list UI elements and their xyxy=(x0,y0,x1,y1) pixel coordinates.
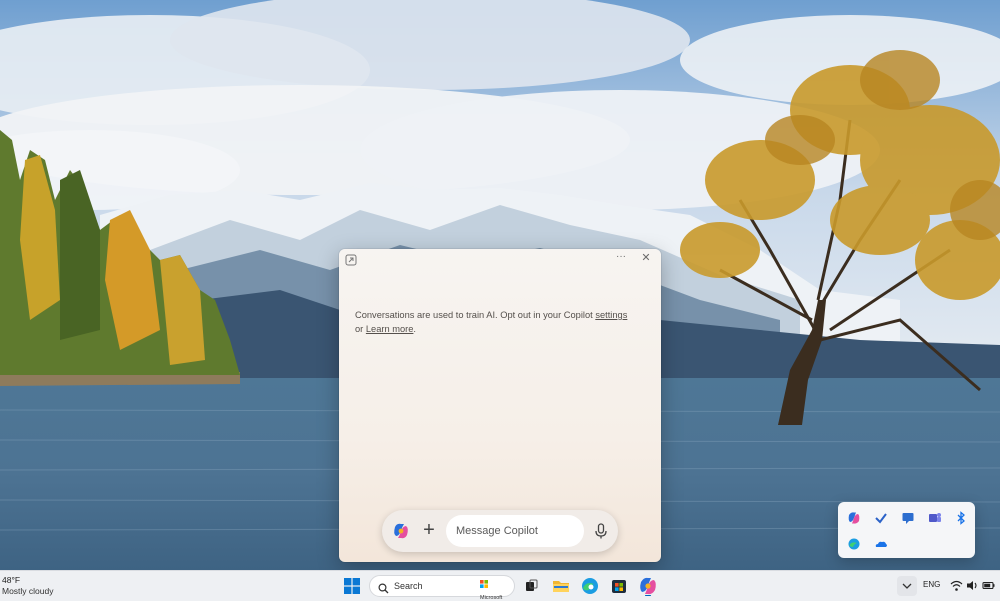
more-options-icon[interactable]: ··· xyxy=(613,251,629,265)
add-attachment-button[interactable]: + xyxy=(418,519,440,541)
battery-icon[interactable] xyxy=(982,579,995,592)
copilot-app-icon[interactable] xyxy=(638,576,658,597)
task-view-icon[interactable] xyxy=(521,576,541,596)
message-input[interactable] xyxy=(446,515,584,547)
microphone-icon[interactable] xyxy=(592,522,610,540)
input-language[interactable]: ENG xyxy=(923,580,940,589)
bluetooth-icon[interactable] xyxy=(954,511,968,525)
teams-icon[interactable] xyxy=(928,511,942,525)
notice-text: Conversations are used to train AI. Opt … xyxy=(355,310,593,320)
notice-period: . xyxy=(413,323,417,334)
search-highlight: Microsoft xyxy=(480,580,510,601)
search-icon xyxy=(378,581,389,594)
search-highlight-text: Microsoft xyxy=(480,595,503,601)
volume-icon[interactable] xyxy=(966,579,979,592)
expand-window-icon[interactable] xyxy=(345,253,357,266)
file-explorer-icon[interactable] xyxy=(551,576,571,596)
taskbar: 48°F Mostly cloudy Search Microsoft ENG xyxy=(0,570,1000,601)
onedrive-icon[interactable] xyxy=(874,537,888,551)
edge-icon[interactable] xyxy=(847,537,861,551)
wifi-icon[interactable] xyxy=(950,579,963,592)
tray-overflow-flyout xyxy=(838,502,975,558)
weather-condition: Mostly cloudy xyxy=(2,586,54,596)
copilot-window: ··· ✕ Conversations are used to train AI… xyxy=(339,249,661,562)
show-hidden-icons-button[interactable] xyxy=(897,576,917,596)
copilot-logo-icon[interactable] xyxy=(392,522,410,540)
checkmark-app-icon[interactable] xyxy=(874,511,888,525)
training-notice: Conversations are used to train AI. Opt … xyxy=(355,309,647,336)
copilot-titlebar[interactable]: ··· ✕ xyxy=(339,249,661,269)
edge-browser-icon[interactable] xyxy=(580,576,600,596)
start-button[interactable] xyxy=(344,578,360,594)
microsoft-store-icon[interactable] xyxy=(609,576,629,596)
learn-more-link[interactable]: Learn more xyxy=(366,324,414,334)
settings-link[interactable]: settings xyxy=(595,310,627,320)
feedback-icon[interactable] xyxy=(901,511,915,525)
message-composer: + xyxy=(382,510,618,552)
notice-or: or xyxy=(355,323,364,334)
copilot-icon[interactable] xyxy=(847,511,861,525)
search-label: Search xyxy=(394,581,423,591)
taskbar-search[interactable]: Search Microsoft xyxy=(369,575,515,601)
weather-temperature: 48°F xyxy=(2,575,21,585)
close-icon[interactable]: ✕ xyxy=(638,251,654,265)
